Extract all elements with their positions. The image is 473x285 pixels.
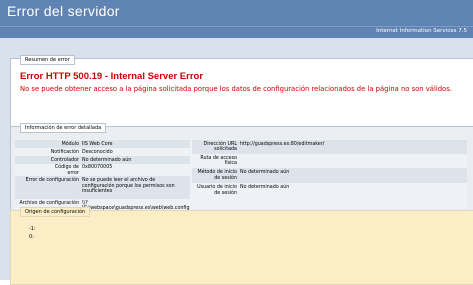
detail-row: Método de inicio de sesión No determinad… <box>192 168 467 183</box>
detail-value: IIS Web Core <box>82 141 113 147</box>
error-title: Error HTTP 500.19 - Internal Server Erro… <box>20 71 204 82</box>
product-bar: Internet Information Services 7.5 <box>0 26 473 38</box>
detail-row: Ruta de acceso física <box>192 154 467 168</box>
detail-label: Dirección URL solicitada <box>203 141 237 153</box>
detail-label: Archivo de configuración <box>19 200 79 206</box>
error-summary-legend: Resumen de error <box>20 55 75 65</box>
config-source-line: -1: <box>29 226 36 232</box>
page-title: Error del servidor <box>7 3 120 19</box>
detail-value: Desconocido <box>82 149 113 155</box>
detail-value: No determinado aún <box>240 185 290 190</box>
detail-label: Usuario de inicio de sesión <box>197 185 237 196</box>
detail-value: 0x80070005 <box>82 165 113 170</box>
detail-label: Método de inicio de sesión <box>197 170 237 181</box>
detail-label: Notificación <box>50 149 79 155</box>
title-banner: Error del servidor <box>0 0 473 26</box>
config-source-legend: Origen de configuración <box>20 207 91 217</box>
product-name: Internet Information Services 7.5 <box>376 28 467 34</box>
content-area: Resumen de error Error HTTP 500.19 - Int… <box>0 38 473 285</box>
detail-value: No determinado aún <box>240 170 290 175</box>
detail-label: Ruta de acceso física <box>200 155 237 167</box>
detail-label: Código de error <box>54 165 79 176</box>
detail-row: Usuario de inicio de sesión No determina… <box>192 183 467 198</box>
detail-value: No determinado aún <box>82 157 132 163</box>
detail-label: Error de configuración <box>25 178 79 183</box>
error-description: No se puede obtener acceso a la página s… <box>20 85 452 93</box>
detail-value: No se puede leer el archivo de configura… <box>82 178 175 194</box>
detail-row: Módulo IIS Web Core <box>15 140 190 148</box>
detail-label: Módulo <box>61 141 79 147</box>
detail-row: Notificación Desconocido <box>15 148 190 156</box>
detail-row: Dirección URL solicitada http://guadspre… <box>192 140 467 154</box>
detail-value: http://guadspress.es:80/editmaker/ <box>240 141 325 147</box>
detail-row: Controlador No determinado aún <box>15 156 190 164</box>
detail-row: Error de configuración No se puede leer … <box>15 176 190 199</box>
detail-row: Código de error 0x80070005 <box>15 164 190 176</box>
detail-label: Controlador <box>50 157 79 163</box>
error-detail-legend: Información de error detallada <box>20 123 107 133</box>
config-source-line: 0: <box>29 234 34 240</box>
config-source-panel: Origen de configuración -1: 0: <box>10 207 473 285</box>
